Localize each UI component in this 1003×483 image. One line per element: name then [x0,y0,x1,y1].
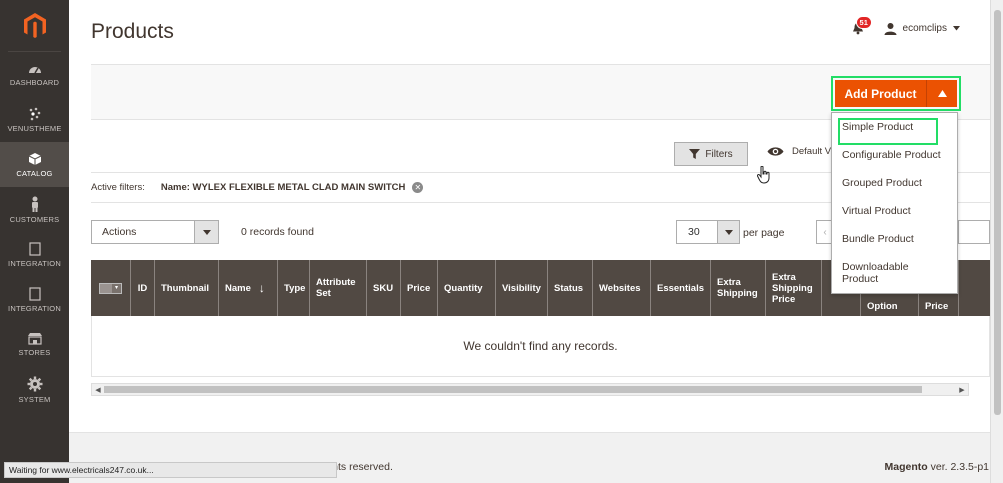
sidebar-item-label: VENUSTHEME [7,123,62,133]
sidebar-item-label: CATALOG [16,168,53,178]
scroll-left-icon[interactable]: ◀ [92,386,104,394]
catalog-icon [28,152,41,165]
chevron-left-icon: ‹ [823,226,827,238]
footer-version-text: ver. 2.3.5-p1 [930,461,989,473]
mass-actions-select[interactable]: Actions [91,220,219,244]
scrollbar-thumb[interactable] [994,10,1001,415]
eye-icon [767,147,784,156]
per-page-label: per page [743,227,785,239]
menu-item-downloadable-product[interactable]: Downloadable Product [842,261,942,285]
sidebar-item-label: INTEGRATION [8,303,61,313]
sidebar-item-label: CUSTOMERS [9,214,60,224]
scrollbar-thumb[interactable] [104,386,922,393]
add-product-button[interactable]: Add Product [835,80,927,107]
filters-button[interactable]: Filters [674,142,748,166]
per-page-value: 30 [688,226,700,238]
column-header-thumbnail[interactable]: Thumbnail [155,260,219,316]
add-product-highlight: Add Product [831,76,961,111]
menu-item-bundle-product[interactable]: Bundle Product [842,233,914,245]
menu-item-simple-product[interactable]: Simple Product [842,121,913,133]
venustheme-icon [29,107,40,120]
user-icon [884,22,897,35]
active-filters-label: Active filters: [91,182,145,193]
sidebar-item-label: DASHBOARD [9,77,60,87]
sidebar-item-label: STORES [18,348,51,357]
sidebar-item-label: INTEGRATION [8,258,61,268]
notification-count-badge: 51 [855,16,872,29]
column-header-visibility[interactable]: Visibility [496,260,548,316]
admin-sidebar: DASHBOARD VENUSTHEME CATALOG CUSTOMERS I… [0,0,69,483]
column-header-websites[interactable]: Websites [593,260,651,316]
mass-select-checkbox[interactable]: ▾ [91,260,131,316]
caret-up-icon [937,90,947,97]
chevron-down-icon [194,221,218,243]
filter-chip: Name: WYLEX FLEXIBLE METAL CLAD MAIN SWI… [161,182,424,193]
column-header-type[interactable]: Type [278,260,310,316]
main-content: Products 51 ecomclips Add Product Simple… [69,0,990,483]
empty-grid-message: We couldn't find any records. [91,316,990,377]
footer-brand: Magento [884,461,928,473]
customers-icon [31,196,38,212]
menu-item-grouped-product[interactable]: Grouped Product [842,177,922,189]
sidebar-item-catalog[interactable]: CATALOG [0,142,69,187]
sidebar-item-system[interactable]: SYSTEM [0,367,69,412]
sidebar-item-venustheme[interactable]: VENUSTHEME [0,97,69,142]
column-header-name[interactable]: Name ↓ [219,260,278,316]
add-product-toggle[interactable] [927,80,957,107]
view-selector[interactable]: Default V [767,146,831,157]
next-page-button[interactable] [958,220,990,244]
gear-icon [27,376,42,391]
sort-arrow-down-icon: ↓ [258,280,265,295]
magento-logo-icon [23,12,46,38]
browser-status-bar: Waiting for www.electricals247.co.uk... [4,462,337,478]
sidebar-item-stores[interactable]: STORES [0,322,69,367]
scroll-right-icon[interactable]: ▶ [956,386,968,394]
header-actions: 51 ecomclips [848,16,960,38]
stores-icon [27,333,42,345]
column-header-essentials[interactable]: Essentials [651,260,711,316]
column-header-attribute-set[interactable]: Attribute Set [310,260,367,316]
column-header-status[interactable]: Status [548,260,593,316]
hand-cursor-icon [756,165,771,187]
integration-icon [28,286,41,301]
column-header-name-label: Name [225,282,251,294]
magento-logo[interactable] [8,0,61,52]
actions-label: Actions [102,226,137,238]
column-header-sku[interactable]: SKU [367,260,401,316]
menu-item-virtual-product[interactable]: Virtual Product [842,205,911,217]
horizontal-scrollbar[interactable]: ◀ ▶ [91,383,969,396]
user-menu[interactable]: ecomclips [884,22,960,35]
column-header-quantity[interactable]: Quantity [438,260,496,316]
caret-down-icon [953,25,960,30]
sidebar-item-integration-2[interactable]: INTEGRATION [0,277,69,322]
add-product-split-button: Add Product [835,80,957,107]
sidebar-item-dashboard[interactable]: DASHBOARD [0,52,69,97]
menu-item-configurable-product[interactable]: Configurable Product [842,149,941,161]
records-count: 0 records found [241,226,314,238]
filter-chip-label: Name: WYLEX FLEXIBLE METAL CLAD MAIN SWI… [160,182,406,193]
sidebar-item-label: SYSTEM [18,394,51,404]
user-name: ecomclips [902,22,947,34]
column-header-price[interactable]: Price [401,260,438,316]
dashboard-icon [28,66,41,73]
filters-label: Filters [705,148,733,160]
per-page-select[interactable]: 30 [676,220,740,244]
view-label: Default V [792,146,832,157]
page-title: Products [91,20,174,43]
filter-icon [689,149,701,159]
integration-icon [28,241,41,256]
footer-version: Magento ver. 2.3.5-p1 [885,461,989,473]
column-header-extra-shipping-price[interactable]: Extra Shipping Price [766,260,822,316]
column-header-id[interactable]: ID [131,260,155,316]
sidebar-item-integration[interactable]: INTEGRATION [0,232,69,277]
active-filters-bar: Active filters: Name: WYLEX FLEXIBLE MET… [91,182,424,193]
column-header-extra-shipping[interactable]: Extra Shipping [711,260,766,316]
sidebar-item-customers[interactable]: CUSTOMERS [0,187,69,232]
notifications-button[interactable]: 51 [848,16,872,38]
chevron-down-icon [717,221,739,243]
vertical-scrollbar[interactable] [990,0,1003,483]
remove-filter-close-icon[interactable]: ✕ [412,182,424,193]
add-product-menu: Simple Product Configurable Product Grou… [831,112,958,294]
